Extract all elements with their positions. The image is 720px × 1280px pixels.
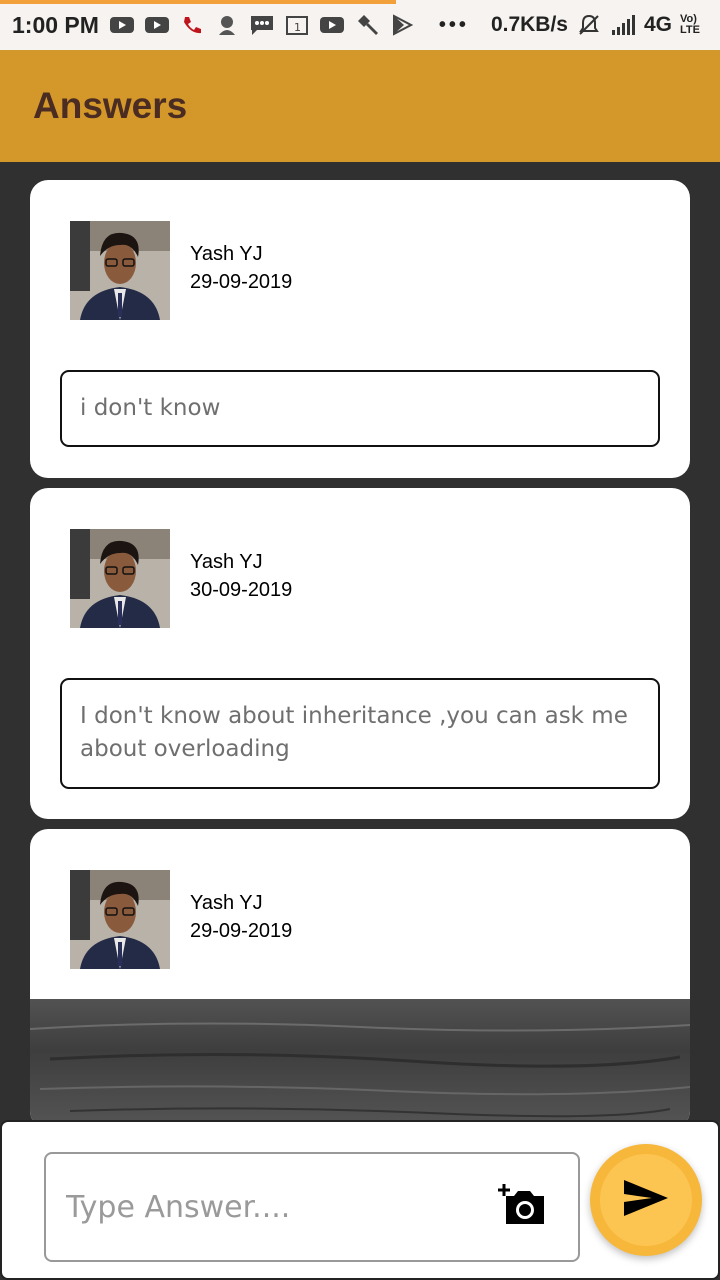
answer-card: Yash YJ 29-09-2019 i don't know [30, 180, 690, 478]
answer-date: 30-09-2019 [190, 579, 293, 601]
add-photo-icon[interactable] [498, 1182, 548, 1226]
author-name: Yash YJ [190, 892, 263, 914]
answer-input-bar [0, 1120, 720, 1280]
app-bar: Answers [0, 50, 720, 162]
answer-meta: Yash YJ 29-09-2019 [190, 889, 292, 945]
notification-icons: 1 [109, 14, 415, 36]
answer-field[interactable] [44, 1152, 580, 1262]
youtube-icon [109, 14, 135, 36]
answer-date: 29-09-2019 [190, 271, 293, 293]
calendar-icon: 1 [284, 14, 310, 36]
answer-text: i don't know [80, 395, 221, 421]
answer-meta: Yash YJ 29-09-2019 [190, 240, 292, 296]
send-icon [622, 1178, 670, 1222]
network-speed: 0.7KB/s [490, 13, 568, 36]
status-right: ••• 0.7KB/s 4G Vo) LTE [439, 13, 708, 37]
mute-bell-icon [576, 14, 602, 36]
person-icon [214, 14, 240, 36]
page-load-progress [0, 0, 396, 4]
answer-text-box: i don't know [60, 370, 660, 447]
youtube-icon [319, 14, 345, 36]
answer-meta: Yash YJ 30-09-2019 [190, 548, 292, 604]
author-name: Yash YJ [190, 243, 263, 265]
volte-badge: Vo) LTE [680, 13, 700, 36]
svg-text:1: 1 [294, 21, 301, 34]
more-notifications-icon: ••• [438, 13, 469, 36]
answer-card: Yash YJ 29-09-2019 [30, 829, 690, 1129]
page-title: Answers [33, 85, 188, 126]
avatar[interactable] [70, 529, 170, 628]
missed-call-icon [179, 14, 205, 36]
avatar[interactable] [70, 221, 170, 320]
send-button[interactable] [590, 1144, 702, 1256]
status-time: 1:00 PM [12, 11, 99, 38]
message-icon [249, 14, 275, 36]
answer-image[interactable] [30, 999, 690, 1129]
play-store-icon [389, 14, 415, 36]
answer-date: 29-09-2019 [190, 920, 293, 942]
network-type: 4G [643, 13, 672, 36]
answer-input[interactable] [66, 1189, 466, 1225]
signal-icon [610, 14, 636, 36]
send-button-inner [600, 1154, 692, 1246]
youtube-icon [144, 14, 170, 36]
answer-card: Yash YJ 30-09-2019 I don't know about in… [30, 488, 690, 819]
avatar[interactable] [70, 870, 170, 969]
hammer-icon [354, 14, 380, 36]
author-name: Yash YJ [190, 551, 263, 573]
answer-text-box: I don't know about inheritance ,you can … [60, 678, 660, 789]
status-bar: 1:00 PM 1 ••• 0.7KB/s 4G Vo) LTE [0, 0, 720, 50]
answer-text: I don't know about inheritance ,you can … [80, 703, 628, 762]
